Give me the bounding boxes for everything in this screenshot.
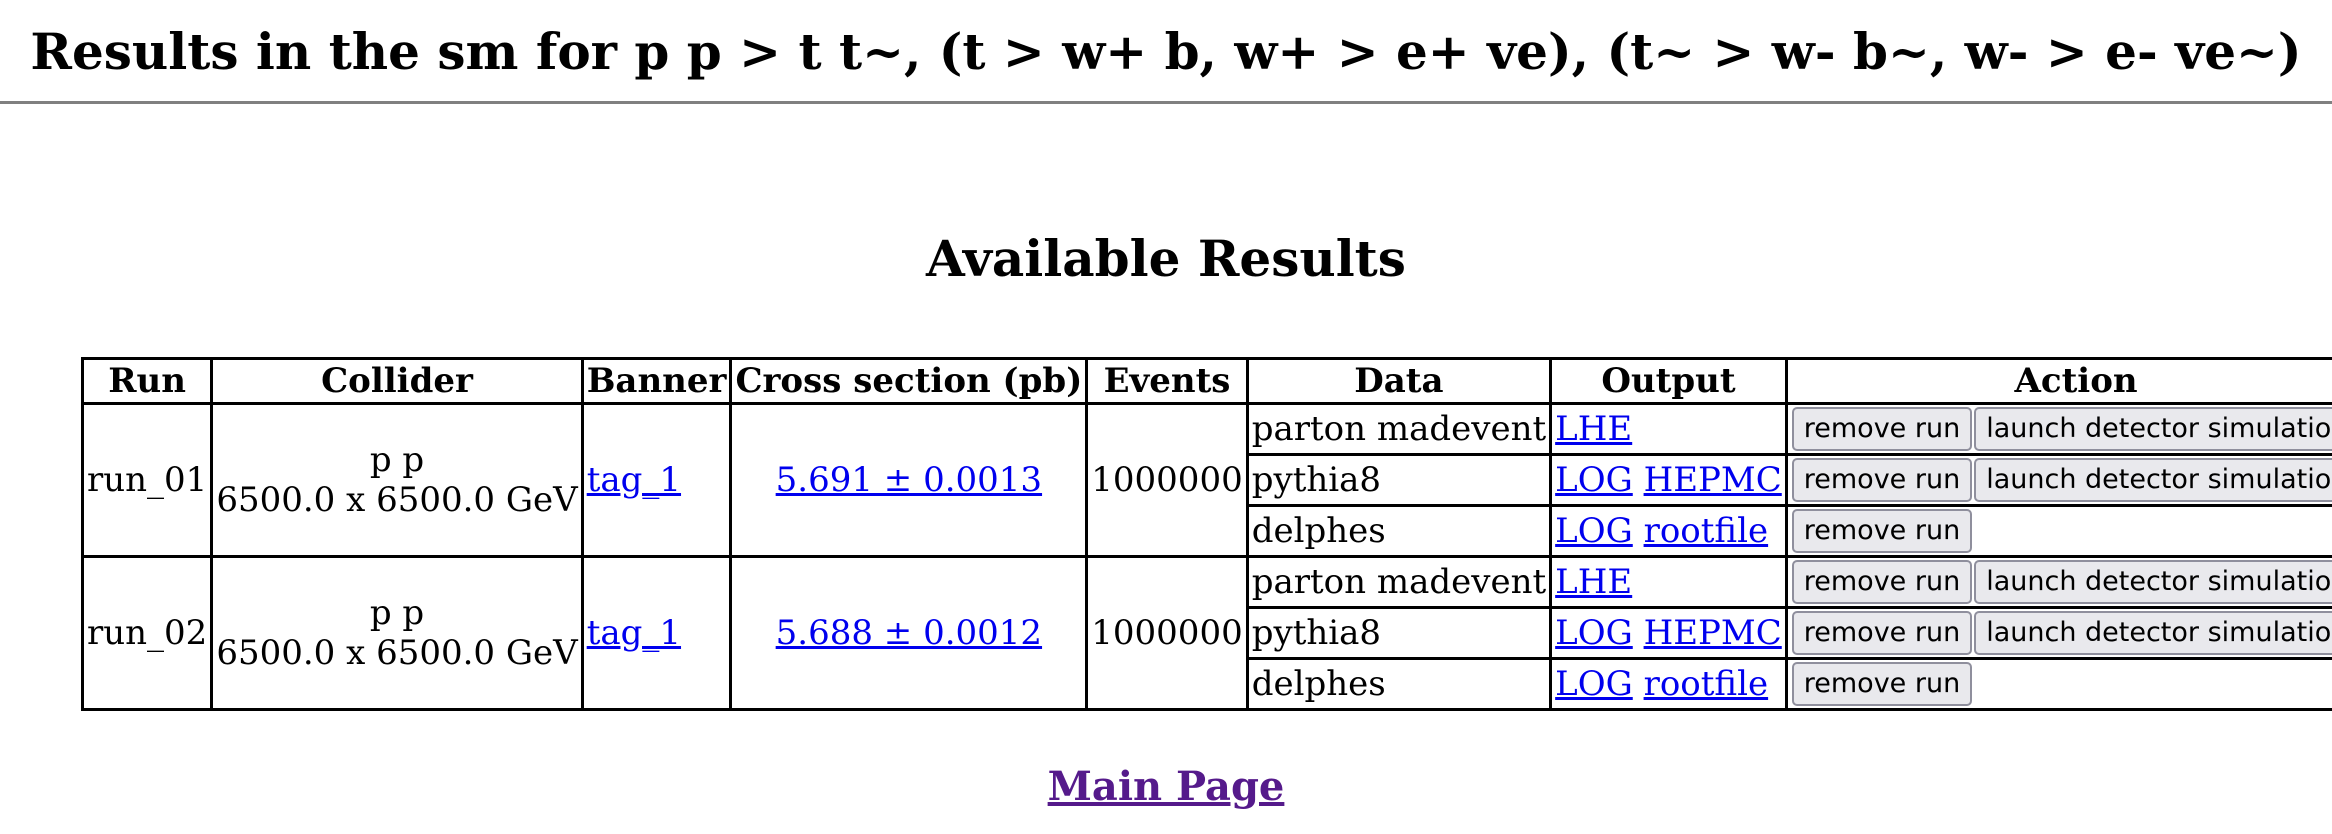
- rootfile-output-link[interactable]: rootfile: [1644, 511, 1769, 551]
- output-cell: LHE: [1549, 402, 1788, 456]
- log-output-link[interactable]: LOG: [1555, 511, 1633, 551]
- output-cell: LOG HEPMC: [1549, 453, 1788, 507]
- hepmc-output-link[interactable]: HEPMC: [1644, 460, 1782, 500]
- header-collider: Collider: [210, 357, 584, 405]
- remove-run-button[interactable]: remove run: [1791, 560, 1973, 604]
- cross-section-link[interactable]: 5.688 ± 0.0012: [776, 613, 1042, 653]
- log-output-link[interactable]: LOG: [1555, 664, 1633, 704]
- header-output: Output: [1549, 357, 1788, 405]
- action-cell: remove run: [1784, 657, 2332, 711]
- run-name: run_02: [80, 555, 214, 711]
- header-cross-section: Cross section (pb): [729, 357, 1089, 405]
- page-title: Results in the sm for p p > t t~, (t > w…: [30, 22, 2302, 81]
- data-step-label: delphes: [1245, 504, 1553, 558]
- remove-run-button[interactable]: remove run: [1791, 611, 1973, 655]
- launch-detector-simulation-button[interactable]: launch detector simulation: [1974, 458, 2332, 502]
- header-data: Data: [1245, 357, 1553, 405]
- banner-cell: tag_1: [580, 402, 733, 558]
- launch-detector-simulation-button[interactable]: launch detector simulation: [1974, 560, 2332, 604]
- header-banner: Banner: [580, 357, 733, 405]
- remove-run-button[interactable]: remove run: [1791, 458, 1973, 502]
- events-count: 1000000: [1085, 555, 1249, 711]
- action-cell: remove run: [1784, 504, 2332, 558]
- collider-cell: p p 6500.0 x 6500.0 GeV: [210, 402, 584, 558]
- data-step-label: pythia8: [1245, 453, 1553, 507]
- action-cell: remove run launch detector simulation: [1784, 453, 2332, 507]
- banner-cell: tag_1: [580, 555, 733, 711]
- launch-detector-simulation-button[interactable]: launch detector simulation: [1974, 407, 2332, 451]
- hepmc-output-link[interactable]: HEPMC: [1644, 613, 1782, 653]
- data-step-label: parton madevent: [1245, 402, 1553, 456]
- collider-energy: 6500.0 x 6500.0 GeV: [216, 633, 578, 673]
- log-output-link[interactable]: LOG: [1555, 613, 1633, 653]
- data-step-label: parton madevent: [1245, 555, 1553, 609]
- banner-link[interactable]: tag_1: [587, 460, 681, 500]
- data-step-label: delphes: [1245, 657, 1553, 711]
- remove-run-button[interactable]: remove run: [1791, 662, 1973, 706]
- cross-section-cell: 5.691 ± 0.0013: [729, 402, 1089, 558]
- collider-energy: 6500.0 x 6500.0 GeV: [216, 480, 578, 520]
- cross-section-cell: 5.688 ± 0.0012: [729, 555, 1089, 711]
- log-output-link[interactable]: LOG: [1555, 460, 1633, 500]
- lhe-output-link[interactable]: LHE: [1555, 409, 1632, 449]
- table-header-row: Run Collider Banner Cross section (pb) E…: [80, 357, 2332, 405]
- action-cell: remove run launch detector simulation: [1784, 402, 2332, 456]
- launch-detector-simulation-button[interactable]: launch detector simulation: [1974, 611, 2332, 655]
- output-cell: LOG rootfile: [1549, 504, 1788, 558]
- table-row: run_01 p p 6500.0 x 6500.0 GeV tag_1 5.6…: [80, 402, 2332, 558]
- collider-beams: p p: [369, 440, 425, 480]
- lhe-output-link[interactable]: LHE: [1555, 562, 1632, 602]
- action-cell: remove run launch detector simulation: [1784, 606, 2332, 660]
- header-action: Action: [1784, 357, 2332, 405]
- data-step-label: pythia8: [1245, 606, 1553, 660]
- events-count: 1000000: [1085, 402, 1249, 558]
- run-name: run_01: [80, 402, 214, 558]
- main-page-link[interactable]: Main Page: [1048, 763, 1285, 810]
- remove-run-button[interactable]: remove run: [1791, 509, 1973, 553]
- table-row: run_02 p p 6500.0 x 6500.0 GeV tag_1 5.6…: [80, 555, 2332, 711]
- remove-run-button[interactable]: remove run: [1791, 407, 1973, 451]
- results-table: Run Collider Banner Cross section (pb) E…: [80, 357, 2332, 711]
- output-cell: LHE: [1549, 555, 1788, 609]
- header-events: Events: [1085, 357, 1249, 405]
- rootfile-output-link[interactable]: rootfile: [1644, 664, 1769, 704]
- output-cell: LOG HEPMC: [1549, 606, 1788, 660]
- banner-link[interactable]: tag_1: [587, 613, 681, 653]
- collider-cell: p p 6500.0 x 6500.0 GeV: [210, 555, 584, 711]
- header-run: Run: [80, 357, 214, 405]
- cross-section-link[interactable]: 5.691 ± 0.0013: [776, 460, 1042, 500]
- main-page-link-container: Main Page: [0, 762, 2332, 812]
- action-cell: remove run launch detector simulation: [1784, 555, 2332, 609]
- output-cell: LOG rootfile: [1549, 657, 1788, 711]
- collider-beams: p p: [369, 593, 425, 633]
